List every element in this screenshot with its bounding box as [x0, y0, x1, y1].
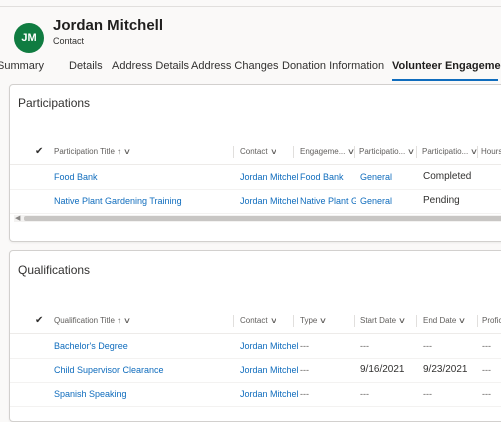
top-divider: [0, 6, 501, 7]
column-separator: [233, 146, 234, 158]
tab-details[interactable]: Details: [69, 60, 103, 72]
scroll-left-arrow-icon[interactable]: ◀: [15, 215, 20, 222]
contact-link[interactable]: Jordan Mitchell: [240, 382, 298, 406]
participation-title-link[interactable]: Native Plant Gardening Training: [54, 189, 229, 213]
column-separator: [354, 315, 355, 327]
col-header-participation-status[interactable]: Participatio...∨: [422, 140, 477, 164]
participations-title: Participations: [18, 96, 91, 110]
select-all-checkmark-icon[interactable]: ✔: [35, 309, 43, 333]
start-date-value: 9/16/2021: [360, 364, 405, 375]
type-value: ---: [300, 341, 309, 351]
type-value: ---: [300, 389, 309, 399]
col-header-hours[interactable]: Hours: [481, 140, 501, 164]
tab-summary[interactable]: Summary: [0, 60, 44, 72]
col-header-qualification-title[interactable]: Qualification Title ↑∨: [54, 309, 130, 333]
col-header-end-date[interactable]: End Date∨: [423, 309, 465, 333]
col-header-proficiency[interactable]: Proficiency: [482, 309, 501, 333]
col-header-participation-type[interactable]: Participatio...∨: [359, 140, 414, 164]
table-row[interactable]: Spanish Speaking Jordan Mitchell --- ---…: [10, 382, 501, 407]
table-row[interactable]: Child Supervisor Clearance Jordan Mitche…: [10, 358, 501, 383]
contact-link[interactable]: Jordan Mitchell: [240, 358, 298, 382]
active-tab-indicator: [392, 79, 498, 81]
qualification-title-link[interactable]: Spanish Speaking: [54, 382, 224, 406]
end-date-value: 9/23/2021: [423, 364, 468, 375]
select-all-checkmark-icon[interactable]: ✔: [35, 140, 43, 164]
column-separator: [233, 315, 234, 327]
column-separator: [416, 146, 417, 158]
qualification-title-link[interactable]: Bachelor's Degree: [54, 334, 224, 358]
table-row[interactable]: Native Plant Gardening Training Jordan M…: [10, 189, 501, 214]
qualifications-card: Qualifications ✔ Qualification Title ↑∨ …: [9, 250, 501, 422]
table-row[interactable]: Food Bank Jordan Mitchell Food Bank Gene…: [10, 165, 501, 190]
participations-header-row: ✔ Participation Title ↑∨ Contact∨ Engage…: [10, 140, 501, 165]
type-value: ---: [300, 365, 309, 375]
col-header-participation-title[interactable]: Participation Title ↑∨: [54, 140, 130, 164]
engagement-link[interactable]: Food Bank: [300, 165, 356, 189]
table-row[interactable]: Bachelor's Degree Jordan Mitchell --- --…: [10, 334, 501, 359]
column-separator: [293, 315, 294, 327]
participation-status: Pending: [423, 195, 460, 206]
tab-volunteer-engagement[interactable]: Volunteer Engagement: [392, 60, 501, 72]
col-header-contact[interactable]: Contact∨: [240, 309, 276, 333]
col-header-contact[interactable]: Contact∨: [240, 140, 276, 164]
column-separator: [477, 315, 478, 327]
engagement-link[interactable]: Native Plant Gardening: [300, 189, 356, 213]
qualifications-title: Qualifications: [18, 263, 91, 277]
end-date-value: ---: [423, 341, 432, 351]
horizontal-scrollbar[interactable]: ◀: [14, 215, 501, 222]
proficiency-value: ---: [482, 389, 491, 399]
start-date-value: ---: [360, 341, 369, 351]
tab-address-changes[interactable]: Address Changes: [191, 60, 278, 72]
col-header-engagement[interactable]: Engageme...∨: [300, 140, 354, 164]
record-type: Contact: [53, 36, 85, 46]
tab-address-details[interactable]: Address Details: [112, 60, 189, 72]
contact-link[interactable]: Jordan Mitchell: [240, 334, 298, 358]
start-date-value: ---: [360, 389, 369, 399]
column-separator: [416, 315, 417, 327]
participations-card: Participations ✔ Participation Title ↑∨ …: [9, 84, 501, 242]
col-header-start-date[interactable]: Start Date∨: [360, 309, 405, 333]
end-date-value: ---: [423, 389, 432, 399]
qualification-title-link[interactable]: Child Supervisor Clearance: [54, 358, 224, 382]
participation-status: Completed: [423, 171, 472, 182]
scrollbar-thumb[interactable]: [24, 216, 501, 221]
contact-link[interactable]: Jordan Mitchell: [240, 165, 298, 189]
qualifications-header-row: ✔ Qualification Title ↑∨ Contact∨ Type∨ …: [10, 309, 501, 334]
record-name: Jordan Mitchell: [53, 17, 164, 34]
avatar: JM: [14, 23, 44, 53]
tab-donation-information[interactable]: Donation Information: [282, 60, 384, 72]
participation-type-link[interactable]: General: [360, 189, 416, 213]
proficiency-value: ---: [482, 341, 491, 351]
column-separator: [354, 146, 355, 158]
column-separator: [477, 146, 478, 158]
contact-link[interactable]: Jordan Mitchell: [240, 189, 298, 213]
col-header-type[interactable]: Type∨: [300, 309, 326, 333]
tab-bar: Summary Details Address Details Address …: [0, 60, 501, 81]
proficiency-value: ---: [482, 365, 491, 375]
participation-title-link[interactable]: Food Bank: [54, 165, 224, 189]
participation-type-link[interactable]: General: [360, 165, 416, 189]
column-separator: [293, 146, 294, 158]
